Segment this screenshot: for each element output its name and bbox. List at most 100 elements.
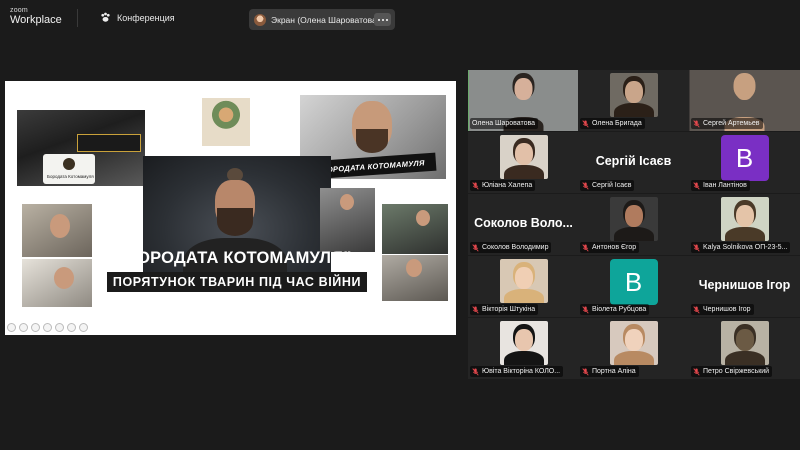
shoulders (503, 351, 544, 365)
logo-card (43, 154, 95, 184)
participant-name-label: Соколов Володимир (470, 242, 552, 253)
participant-display-name: Соколов Воло... (474, 216, 573, 230)
participant-name-label: Сергій Ісаєв (580, 180, 635, 191)
participant-name-label: Портна Аліна (580, 366, 639, 377)
zoom-logo: zoom Workplace (10, 7, 62, 26)
participant-tile[interactable]: Kalya Solnikova ОП-23-5... (689, 194, 800, 255)
beard (356, 129, 388, 153)
participant-tile[interactable]: Олена Бригада (578, 70, 689, 131)
face (514, 267, 533, 289)
participant-tile[interactable]: Петро Свіржевський (689, 318, 800, 379)
face (514, 329, 533, 351)
participant-tile[interactable]: Олена Шароватова (468, 70, 579, 131)
mic-off-icon (472, 243, 479, 252)
participant-name-label: Ювіта Вікторіна КОЛО... (470, 366, 564, 377)
participant-tile[interactable]: Сергей Артемьев (689, 70, 800, 131)
participant-name: Петро Свіржевський (703, 368, 770, 375)
participant-name: Олена Бригада (592, 120, 642, 127)
mic-off-icon (693, 119, 700, 128)
mic-off-icon (582, 181, 589, 190)
face (735, 78, 754, 100)
participant-video (609, 73, 658, 117)
control-dot[interactable] (31, 323, 40, 332)
participant-name-label: Віолета Рубцова (580, 304, 650, 315)
participant-tile[interactable]: Ювіта Вікторіна КОЛО... (468, 318, 579, 379)
participant-video (720, 321, 769, 365)
shoulders (613, 227, 654, 241)
participant-name: Kalya Solnikova ОП-23-5... (703, 244, 788, 251)
participant-video (720, 197, 769, 241)
participant-name: Іван Лантінов (703, 182, 747, 189)
shoulders (503, 165, 544, 179)
mic-off-icon (472, 367, 479, 376)
photo-cats-2 (382, 204, 448, 254)
participant-tile[interactable]: Вікторія Штукіна (468, 256, 579, 317)
participant-display-name: Чернишов Ігор (698, 278, 791, 292)
participant-video (499, 135, 548, 179)
slide-controls[interactable] (7, 323, 88, 332)
photo-angel (202, 98, 250, 146)
face (735, 205, 754, 227)
participant-name-label: Юліана Халепа (470, 180, 536, 191)
participant-tile[interactable]: Портна Аліна (578, 318, 689, 379)
mic-off-icon (582, 367, 589, 376)
sign (77, 134, 141, 152)
beard (217, 208, 253, 236)
participant-video (499, 321, 548, 365)
face (514, 78, 533, 100)
participant-name: Віолета Рубцова (592, 306, 647, 313)
share-label: Экран (Олена Шароватова) (271, 14, 380, 25)
participant-tile[interactable]: Соколов Воло... Соколов Володимир (468, 194, 579, 255)
participant-name: Вікторія Штукіна (482, 306, 536, 313)
control-dot[interactable] (67, 323, 76, 332)
participant-name: Чернишов Ігор (703, 306, 751, 313)
mic-off-icon (582, 305, 589, 314)
participant-tile[interactable]: B Віолета Рубцова (578, 256, 689, 317)
app-name: Конференция (117, 12, 175, 23)
participant-name-label: Олена Бригада (580, 118, 645, 129)
participant-tile[interactable]: Сергій Ісаєв Сергій Ісаєв (578, 132, 689, 193)
participant-name: Ювіта Вікторіна КОЛО... (482, 368, 561, 375)
shoulders (503, 289, 544, 303)
control-dot[interactable] (43, 323, 52, 332)
participant-name: Соколов Володимир (482, 244, 549, 251)
app-menu-button[interactable]: Конференция (100, 12, 175, 23)
participant-name-label: Олена Шароватова (470, 118, 539, 129)
photo-cats-1 (320, 188, 375, 252)
face (735, 329, 754, 351)
participant-tile[interactable]: Антонов Єгор (578, 194, 689, 255)
control-dot[interactable] (79, 323, 88, 332)
participant-name: Сергей Артемьев (703, 120, 760, 127)
screen-share-indicator[interactable]: Экран (Олена Шароватова) (249, 9, 395, 30)
participant-name: Портна Аліна (592, 368, 636, 375)
title-line-2: ПОРЯТУНОК ТВАРИН ПІД ЧАС ВІЙНИ (106, 272, 368, 292)
more-options-button[interactable] (374, 13, 391, 26)
participant-tile[interactable]: Юліана Халепа (468, 132, 579, 193)
mic-off-icon (693, 181, 700, 190)
mic-off-icon (693, 243, 700, 252)
shoulders (724, 351, 765, 365)
participant-tile[interactable]: Чернишов Ігор Чернишов Ігор (689, 256, 800, 317)
mic-off-icon (472, 305, 479, 314)
avatar (254, 13, 266, 26)
face (50, 214, 70, 238)
face (406, 259, 422, 277)
participant-video (609, 321, 658, 365)
mic-off-icon (472, 181, 479, 190)
control-dot[interactable] (19, 323, 28, 332)
mic-off-icon (693, 305, 700, 314)
title-line-1: “БОРОДАТА КОТОМАМУЛЯ”: (116, 249, 358, 267)
control-dot[interactable] (7, 323, 16, 332)
control-dot[interactable] (55, 323, 64, 332)
participant-video (499, 259, 548, 303)
face (624, 329, 643, 351)
participant-name-label: Сергей Артемьев (691, 118, 763, 129)
slide-title: “БОРОДАТА КОТОМАМУЛЯ”: ПОРЯТУНОК ТВАРИН … (77, 249, 397, 292)
shoulders (724, 227, 765, 241)
participant-video (609, 197, 658, 241)
face (416, 210, 430, 226)
mic-off-icon (582, 243, 589, 252)
mic-off-icon (693, 367, 700, 376)
participant-tile[interactable]: B Іван Лантінов (689, 132, 800, 193)
participant-name-label: Антонов Єгор (580, 242, 640, 253)
